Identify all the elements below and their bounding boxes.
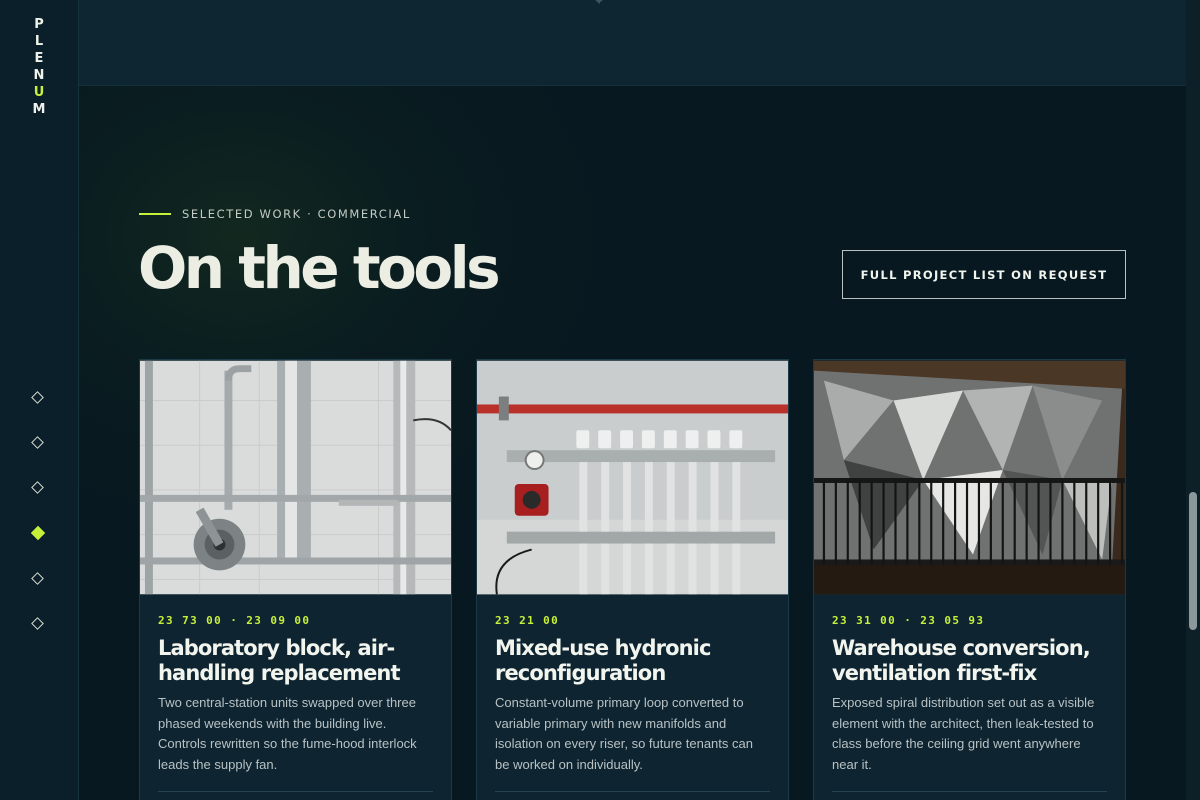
project-card[interactable]: 23 21 00 Mixed-use hydronic reconfigurat… xyxy=(476,359,789,800)
project-codes: 23 31 00 · 23 05 93 xyxy=(832,614,985,627)
section-nav-dot[interactable] xyxy=(31,481,44,494)
project-codes: 23 73 00 · 23 09 00 xyxy=(158,614,311,627)
section-nav-dot-active[interactable] xyxy=(30,525,46,541)
section-eyebrow: SELECTED WORK · COMMERCIAL xyxy=(139,207,411,221)
brand-letter: U xyxy=(33,85,45,100)
eyebrow-text: SELECTED WORK · COMMERCIAL xyxy=(182,207,411,221)
eyebrow-rule xyxy=(139,213,171,215)
brand-logo[interactable]: P L E N U M xyxy=(31,16,47,118)
sidebar: P L E N U M xyxy=(0,0,79,800)
section-nav-dot[interactable] xyxy=(31,617,44,630)
project-description: Constant-volume primary loop converted t… xyxy=(495,695,753,772)
brand-letter: P xyxy=(34,17,44,32)
brand-letter: L xyxy=(34,34,44,49)
scrollbar-thumb[interactable] xyxy=(1189,492,1197,630)
project-list-button[interactable]: FULL PROJECT LIST ON REQUEST xyxy=(842,250,1126,299)
project-title[interactable]: Warehouse conversion, ventilation first-… xyxy=(832,636,1106,686)
section-title: On the tools xyxy=(138,234,501,302)
star-icon: ✦ xyxy=(594,0,605,8)
project-title[interactable]: Laboratory block, air-handling replaceme… xyxy=(158,636,432,686)
card-divider xyxy=(158,791,433,792)
project-description: Two central-station units swapped over t… xyxy=(158,695,417,772)
project-card[interactable]: 23 31 00 · 23 05 93 Warehouse conversion… xyxy=(813,359,1126,800)
project-codes: 23 21 00 xyxy=(495,614,560,627)
section-nav xyxy=(30,391,46,664)
section-nav-dot[interactable] xyxy=(31,436,44,449)
project-image-hydronic xyxy=(477,360,788,595)
section-nav-dot[interactable] xyxy=(31,391,44,404)
card-divider xyxy=(832,791,1107,792)
project-card[interactable]: 23 73 00 · 23 09 00 Laboratory block, ai… xyxy=(139,359,452,800)
brand-letter: M xyxy=(32,102,46,117)
project-title[interactable]: Mixed-use hydronic reconfiguration xyxy=(495,636,769,686)
brand-letter: E xyxy=(34,51,44,66)
page-scrollbar[interactable] xyxy=(1186,0,1200,800)
project-description: Exposed spiral distribution set out as a… xyxy=(832,695,1095,772)
project-image-laboratory xyxy=(140,360,451,595)
card-divider xyxy=(495,791,770,792)
section-nav-dot[interactable] xyxy=(31,572,44,585)
selected-work-section: SELECTED WORK · COMMERCIAL On the tools … xyxy=(79,86,1186,800)
previous-section-band: ✦ xyxy=(79,0,1186,86)
brand-letter: N xyxy=(33,68,45,83)
project-image-warehouse xyxy=(814,360,1125,595)
